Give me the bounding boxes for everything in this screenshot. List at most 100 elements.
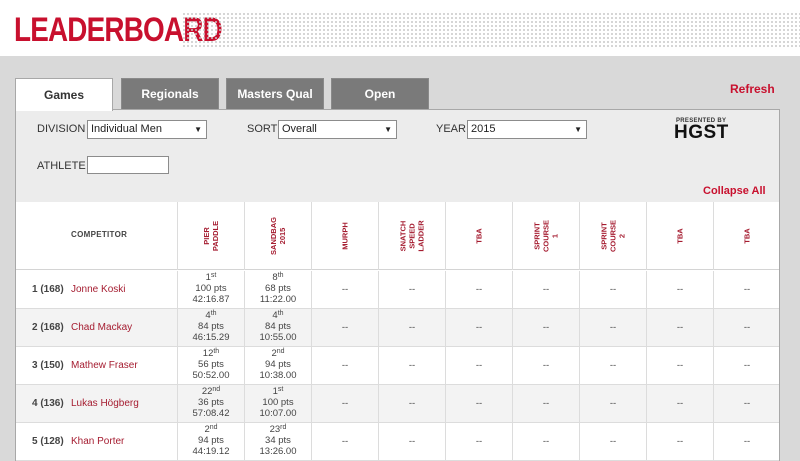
event-time: 10:38.00 bbox=[259, 370, 297, 381]
empty-result: -- bbox=[341, 436, 349, 447]
event-points: 100 pts bbox=[195, 283, 227, 294]
event-place: 12 bbox=[202, 348, 214, 359]
event-points: 84 pts bbox=[198, 321, 224, 332]
event-place: 23 bbox=[269, 424, 281, 435]
event-header[interactable]: SPRINT COURSE 2 bbox=[579, 202, 646, 270]
table-row: 3 (150) Mathew Fraser 12th 56 pts 50:52.00 2n… bbox=[16, 347, 779, 385]
event-result-cell: -- bbox=[713, 347, 780, 385]
chevron-down-icon: ▼ bbox=[574, 125, 582, 134]
event-result-cell: 8th 68 pts 11:22.00 bbox=[244, 271, 311, 309]
event-header[interactable]: MURPH bbox=[311, 202, 378, 270]
event-place-suffix: nd bbox=[212, 386, 221, 393]
event-place-suffix: rd bbox=[280, 424, 287, 431]
empty-result: -- bbox=[743, 398, 751, 409]
event-points: 68 pts bbox=[265, 283, 291, 294]
event-time: 13:26.00 bbox=[259, 446, 297, 457]
year-label: YEAR bbox=[436, 123, 466, 135]
collapse-all-link[interactable]: Collapse All bbox=[703, 185, 766, 197]
empty-result: -- bbox=[475, 436, 483, 447]
empty-result: -- bbox=[475, 284, 483, 295]
event-time: 10:55.00 bbox=[259, 332, 297, 343]
event-result-cell: -- bbox=[713, 309, 780, 347]
event-result-cell: -- bbox=[579, 309, 646, 347]
event-result-cell: -- bbox=[579, 385, 646, 423]
empty-result: -- bbox=[676, 360, 684, 371]
athlete-label: ATHLETE bbox=[37, 160, 86, 172]
event-result-cell: 1st 100 pts 10:07.00 bbox=[244, 385, 311, 423]
event-header[interactable]: TBA bbox=[646, 202, 713, 270]
event-header[interactable]: TBA bbox=[713, 202, 780, 270]
event-result-cell: -- bbox=[311, 423, 378, 461]
event-time: 44:19.12 bbox=[192, 446, 230, 457]
empty-result: -- bbox=[408, 398, 416, 409]
empty-result: -- bbox=[408, 322, 416, 333]
event-result-cell: -- bbox=[579, 271, 646, 309]
tab-games[interactable]: Games bbox=[15, 78, 113, 111]
event-place-suffix: th bbox=[277, 310, 284, 317]
event-header[interactable]: TBA bbox=[445, 202, 512, 270]
competitor-name-link[interactable]: Mathew Fraser bbox=[71, 360, 138, 371]
empty-result: -- bbox=[676, 322, 684, 333]
event-header[interactable]: SNATCH SPEED LADDER bbox=[378, 202, 445, 270]
event-result-cell: -- bbox=[378, 309, 445, 347]
year-select[interactable]: 2015 ▼ bbox=[467, 120, 587, 139]
event-header[interactable]: SANDBAG 2015 bbox=[244, 202, 311, 270]
event-result-cell: 2nd 94 pts 44:19.12 bbox=[177, 423, 244, 461]
sort-label: SORT bbox=[247, 123, 278, 135]
competitor-name-link[interactable]: Lukas Högberg bbox=[71, 398, 139, 409]
empty-result: -- bbox=[542, 436, 550, 447]
event-result-cell: -- bbox=[445, 423, 512, 461]
event-points: 56 pts bbox=[198, 359, 224, 370]
empty-result: -- bbox=[475, 322, 483, 333]
refresh-link[interactable]: Refresh bbox=[730, 82, 775, 96]
competitor-name-link[interactable]: Chad Mackay bbox=[71, 322, 132, 333]
empty-result: -- bbox=[408, 436, 416, 447]
competitor-rank: 5 (128) bbox=[32, 436, 64, 447]
empty-result: -- bbox=[743, 436, 751, 447]
event-time: 46:15.29 bbox=[192, 332, 230, 343]
event-time: 50:52.00 bbox=[192, 370, 230, 381]
event-header[interactable]: PIER PADDLE bbox=[177, 202, 244, 270]
competitor-rank: 1 (168) bbox=[32, 284, 64, 295]
competitor-rank: 3 (150) bbox=[32, 360, 64, 371]
event-result-cell: 2nd 94 pts 10:38.00 bbox=[244, 347, 311, 385]
event-result-cell: 4th 84 pts 46:15.29 bbox=[177, 309, 244, 347]
header-dot-pattern bbox=[182, 12, 800, 48]
tab-masters-qual[interactable]: Masters Qual bbox=[226, 78, 324, 110]
athlete-input[interactable] bbox=[87, 156, 169, 174]
event-result-cell: 1st 100 pts 42:16.87 bbox=[177, 271, 244, 309]
event-result-cell: 23rd 34 pts 13:26.00 bbox=[244, 423, 311, 461]
competitor-rank: 2 (168) bbox=[32, 322, 64, 333]
event-points: 34 pts bbox=[265, 435, 291, 446]
chevron-down-icon: ▼ bbox=[384, 125, 392, 134]
empty-result: -- bbox=[341, 284, 349, 295]
event-points: 84 pts bbox=[265, 321, 291, 332]
event-place-suffix: th bbox=[277, 272, 284, 279]
event-result-cell: -- bbox=[311, 309, 378, 347]
empty-result: -- bbox=[542, 284, 550, 295]
empty-result: -- bbox=[609, 360, 617, 371]
event-result-cell: -- bbox=[512, 423, 579, 461]
event-points: 36 pts bbox=[198, 397, 224, 408]
competitor-name-link[interactable]: Jonne Koski bbox=[71, 284, 125, 295]
event-time: 11:22.00 bbox=[259, 294, 297, 305]
tab-open[interactable]: Open bbox=[331, 78, 429, 110]
event-result-cell: -- bbox=[445, 309, 512, 347]
competitor-rank: 4 (136) bbox=[32, 398, 64, 409]
empty-result: -- bbox=[542, 360, 550, 371]
empty-result: -- bbox=[609, 284, 617, 295]
event-header[interactable]: SPRINT COURSE 1 bbox=[512, 202, 579, 270]
sort-select[interactable]: Overall ▼ bbox=[278, 120, 397, 139]
event-result-cell: -- bbox=[378, 385, 445, 423]
site-header: LEADERBOARD bbox=[0, 0, 800, 56]
event-place-suffix: st bbox=[210, 272, 217, 279]
tab-regionals[interactable]: Regionals bbox=[121, 78, 219, 110]
division-select[interactable]: Individual Men ▼ bbox=[87, 120, 207, 139]
event-result-cell: -- bbox=[445, 271, 512, 309]
empty-result: -- bbox=[676, 284, 684, 295]
empty-result: -- bbox=[542, 322, 550, 333]
sponsor-logo: HGST bbox=[674, 122, 729, 143]
event-place-suffix: nd bbox=[209, 424, 218, 431]
competitor-name-link[interactable]: Khan Porter bbox=[71, 436, 124, 447]
event-result-cell: -- bbox=[646, 309, 713, 347]
